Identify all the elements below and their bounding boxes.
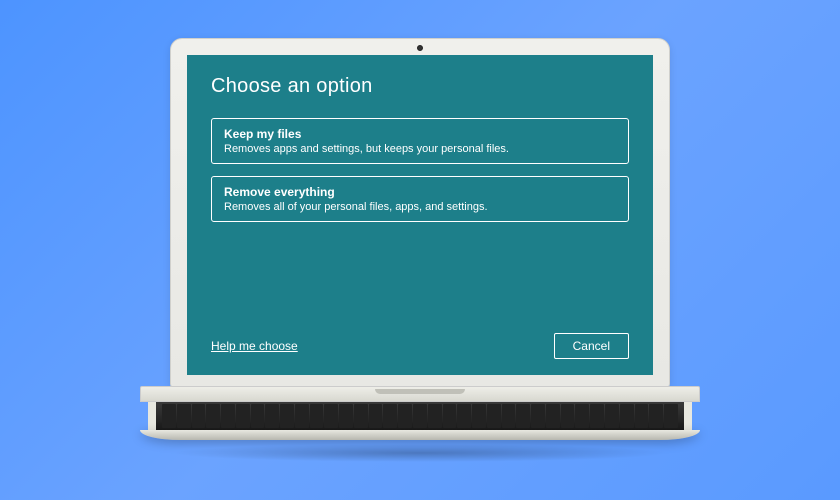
laptop-base: [140, 386, 700, 440]
dialog-title: Choose an option: [211, 75, 629, 98]
option-remove-everything[interactable]: Remove everything Removes all of your pe…: [211, 176, 629, 222]
option-description: Removes all of your personal files, apps…: [224, 201, 616, 213]
dialog-footer: Help me choose Cancel: [211, 333, 629, 359]
laptop-hinge: [140, 386, 700, 402]
help-me-choose-link[interactable]: Help me choose: [211, 339, 298, 353]
keyboard: [148, 402, 692, 430]
laptop-shadow: [170, 444, 670, 462]
option-keep-my-files[interactable]: Keep my files Removes apps and settings,…: [211, 118, 629, 164]
reset-pc-dialog: Choose an option Keep my files Removes a…: [187, 55, 653, 375]
laptop-device: Choose an option Keep my files Removes a…: [140, 38, 700, 462]
hinge-notch: [375, 389, 465, 394]
option-title: Remove everything: [224, 185, 616, 199]
laptop-screen-bezel: Choose an option Keep my files Removes a…: [170, 38, 670, 388]
cancel-button[interactable]: Cancel: [554, 333, 629, 359]
option-title: Keep my files: [224, 127, 616, 141]
option-description: Removes apps and settings, but keeps you…: [224, 143, 616, 155]
webcam-icon: [417, 45, 423, 51]
laptop-front-edge: [140, 430, 700, 440]
